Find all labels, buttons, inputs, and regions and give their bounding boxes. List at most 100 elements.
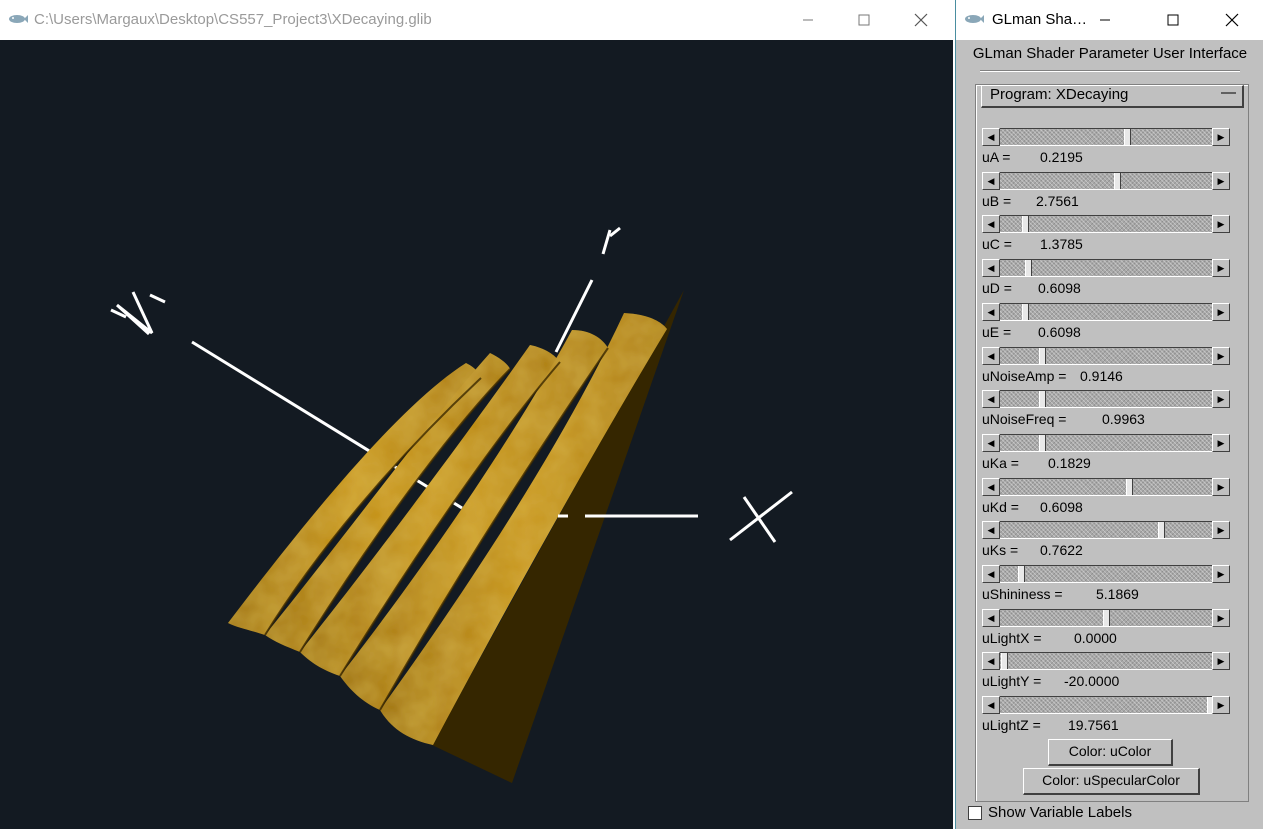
slider-right-arrow-icon[interactable]: ▶	[1212, 390, 1230, 409]
param-label: uE = 0.6098	[982, 324, 1081, 340]
param-value: 0.7622	[1040, 542, 1083, 559]
slider-left-arrow-icon[interactable]: ◀	[982, 608, 1000, 627]
slider-left-arrow-icon[interactable]: ◀	[982, 215, 1000, 234]
slider-1[interactable]: ◀ ▶	[982, 171, 1230, 190]
param-value: 2.7561	[1036, 192, 1079, 209]
slider-left-arrow-icon[interactable]: ◀	[982, 259, 1000, 278]
slider-track[interactable]	[1000, 390, 1212, 409]
slider-left-arrow-icon[interactable]: ◀	[982, 346, 1000, 365]
maximize-button[interactable]	[841, 0, 887, 40]
x-axis-label-glyph	[729, 490, 793, 543]
slider-left-arrow-icon[interactable]: ◀	[982, 390, 1000, 409]
param-label: uNoiseAmp = 0.9146	[982, 368, 1123, 384]
param-name: uKs =	[982, 542, 1019, 559]
slider-left-arrow-icon[interactable]: ◀	[982, 128, 1000, 146]
param-value: 0.9146	[1080, 367, 1123, 384]
slider-right-arrow-icon[interactable]: ▶	[1212, 215, 1230, 234]
render-viewport[interactable]	[0, 40, 953, 829]
color-uspecularcolor-button[interactable]: Color: uSpecularColor	[1023, 768, 1200, 795]
slider-12[interactable]: ◀ ▶	[982, 652, 1230, 671]
slider-5[interactable]: ◀ ▶	[982, 346, 1230, 365]
slider-right-arrow-icon[interactable]: ▶	[1212, 477, 1230, 496]
slider-track[interactable]	[1000, 259, 1212, 278]
slider-thumb[interactable]	[1113, 172, 1121, 189]
slider-4[interactable]: ◀ ▶	[982, 302, 1230, 321]
slider-2[interactable]: ◀ ▶	[982, 215, 1230, 234]
param-value: 0.6098	[1040, 498, 1083, 515]
glman-maximize-button[interactable]	[1150, 0, 1196, 40]
slider-10[interactable]: ◀ ▶	[982, 565, 1230, 583]
glman-window: GLman Sha… GLman Shader Parameter User I…	[955, 0, 1263, 829]
slider-right-arrow-icon[interactable]: ▶	[1212, 171, 1230, 190]
slider-track[interactable]	[1000, 128, 1212, 146]
slider-left-arrow-icon[interactable]: ◀	[982, 696, 1000, 715]
slider-track[interactable]	[1000, 346, 1212, 365]
close-button[interactable]	[898, 0, 944, 40]
slider-track[interactable]	[1000, 302, 1212, 321]
param-name: uD =	[982, 280, 1012, 297]
slider-right-arrow-icon[interactable]: ▶	[1212, 346, 1230, 365]
slider-track[interactable]	[1000, 215, 1212, 234]
slider-track[interactable]	[1000, 565, 1212, 583]
color-ucolor-button[interactable]: Color: uColor	[1048, 739, 1173, 766]
slider-thumb[interactable]	[1158, 522, 1166, 539]
slider-right-arrow-icon[interactable]: ▶	[1212, 521, 1230, 540]
glman-close-button[interactable]	[1209, 0, 1255, 40]
slider-track[interactable]	[1000, 652, 1212, 671]
slider-track[interactable]	[1000, 171, 1212, 190]
slider-11[interactable]: ◀ ▶	[982, 608, 1230, 627]
glman-minimize-button[interactable]	[1082, 0, 1128, 40]
slider-thumb[interactable]	[1039, 347, 1047, 364]
render-window-title: C:\Users\Margaux\Desktop\CS557_Project3\…	[34, 11, 432, 28]
slider-right-arrow-icon[interactable]: ▶	[1212, 652, 1230, 671]
slider-6[interactable]: ◀ ▶	[982, 390, 1230, 409]
slider-track[interactable]	[1000, 696, 1214, 715]
slider-left-arrow-icon[interactable]: ◀	[982, 652, 1000, 671]
slider-thumb[interactable]	[1024, 260, 1032, 277]
minimize-button[interactable]	[785, 0, 831, 40]
slider-thumb[interactable]	[1124, 129, 1132, 145]
slider-8[interactable]: ◀ ▶	[982, 477, 1230, 496]
slider-track[interactable]	[1000, 608, 1212, 627]
slider-thumb[interactable]	[1039, 391, 1047, 408]
param-value: 19.7561	[1068, 717, 1119, 734]
slider-thumb[interactable]	[1018, 566, 1026, 582]
slider-thumb[interactable]	[1103, 609, 1110, 626]
slider-3[interactable]: ◀ ▶	[982, 259, 1230, 278]
slider-track[interactable]	[1000, 521, 1212, 540]
wave-surface	[228, 313, 667, 745]
slider-thumb[interactable]	[1022, 303, 1030, 320]
slider-left-arrow-icon[interactable]: ◀	[982, 433, 1000, 452]
glman-ui-header: GLman Shader Parameter User Interface	[972, 45, 1248, 62]
slider-thumb[interactable]	[1039, 434, 1047, 451]
slider-track[interactable]	[1000, 477, 1212, 496]
slider-13[interactable]: ◀ ▶	[982, 696, 1230, 715]
show-labels-text: Show Variable Labels	[988, 804, 1132, 821]
glman-window-title: GLman Sha…	[992, 11, 1088, 28]
slider-right-arrow-icon[interactable]: ▶	[1212, 608, 1230, 627]
slider-9[interactable]: ◀ ▶	[982, 521, 1230, 540]
slider-track[interactable]	[1000, 433, 1212, 452]
slider-left-arrow-icon[interactable]: ◀	[982, 477, 1000, 496]
param-label: uKa = 0.1829	[982, 455, 1091, 471]
slider-left-arrow-icon[interactable]: ◀	[982, 521, 1000, 540]
slider-0[interactable]: ◀ ▶	[982, 128, 1230, 146]
slider-left-arrow-icon[interactable]: ◀	[982, 171, 1000, 190]
slider-right-arrow-icon[interactable]: ▶	[1212, 128, 1230, 146]
program-dropdown[interactable]: Program: XDecaying —	[981, 84, 1244, 108]
slider-right-arrow-icon[interactable]: ▶	[1212, 433, 1230, 452]
slider-thumb[interactable]	[1126, 478, 1134, 495]
slider-right-arrow-icon[interactable]: ▶	[1212, 565, 1230, 583]
param-label: uLightZ = 19.7561	[982, 717, 1119, 733]
param-label: uLightX = 0.0000	[982, 630, 1117, 646]
show-labels-checkbox[interactable]	[968, 806, 982, 820]
slider-right-arrow-icon[interactable]: ▶	[1212, 696, 1230, 715]
slider-left-arrow-icon[interactable]: ◀	[982, 565, 1000, 583]
slider-right-arrow-icon[interactable]: ▶	[1212, 302, 1230, 321]
slider-thumb[interactable]	[1022, 216, 1030, 233]
param-name: uC =	[982, 236, 1012, 253]
slider-thumb[interactable]	[1001, 653, 1009, 670]
slider-right-arrow-icon[interactable]: ▶	[1212, 259, 1230, 278]
slider-7[interactable]: ◀ ▶	[982, 433, 1230, 452]
slider-left-arrow-icon[interactable]: ◀	[982, 302, 1000, 321]
